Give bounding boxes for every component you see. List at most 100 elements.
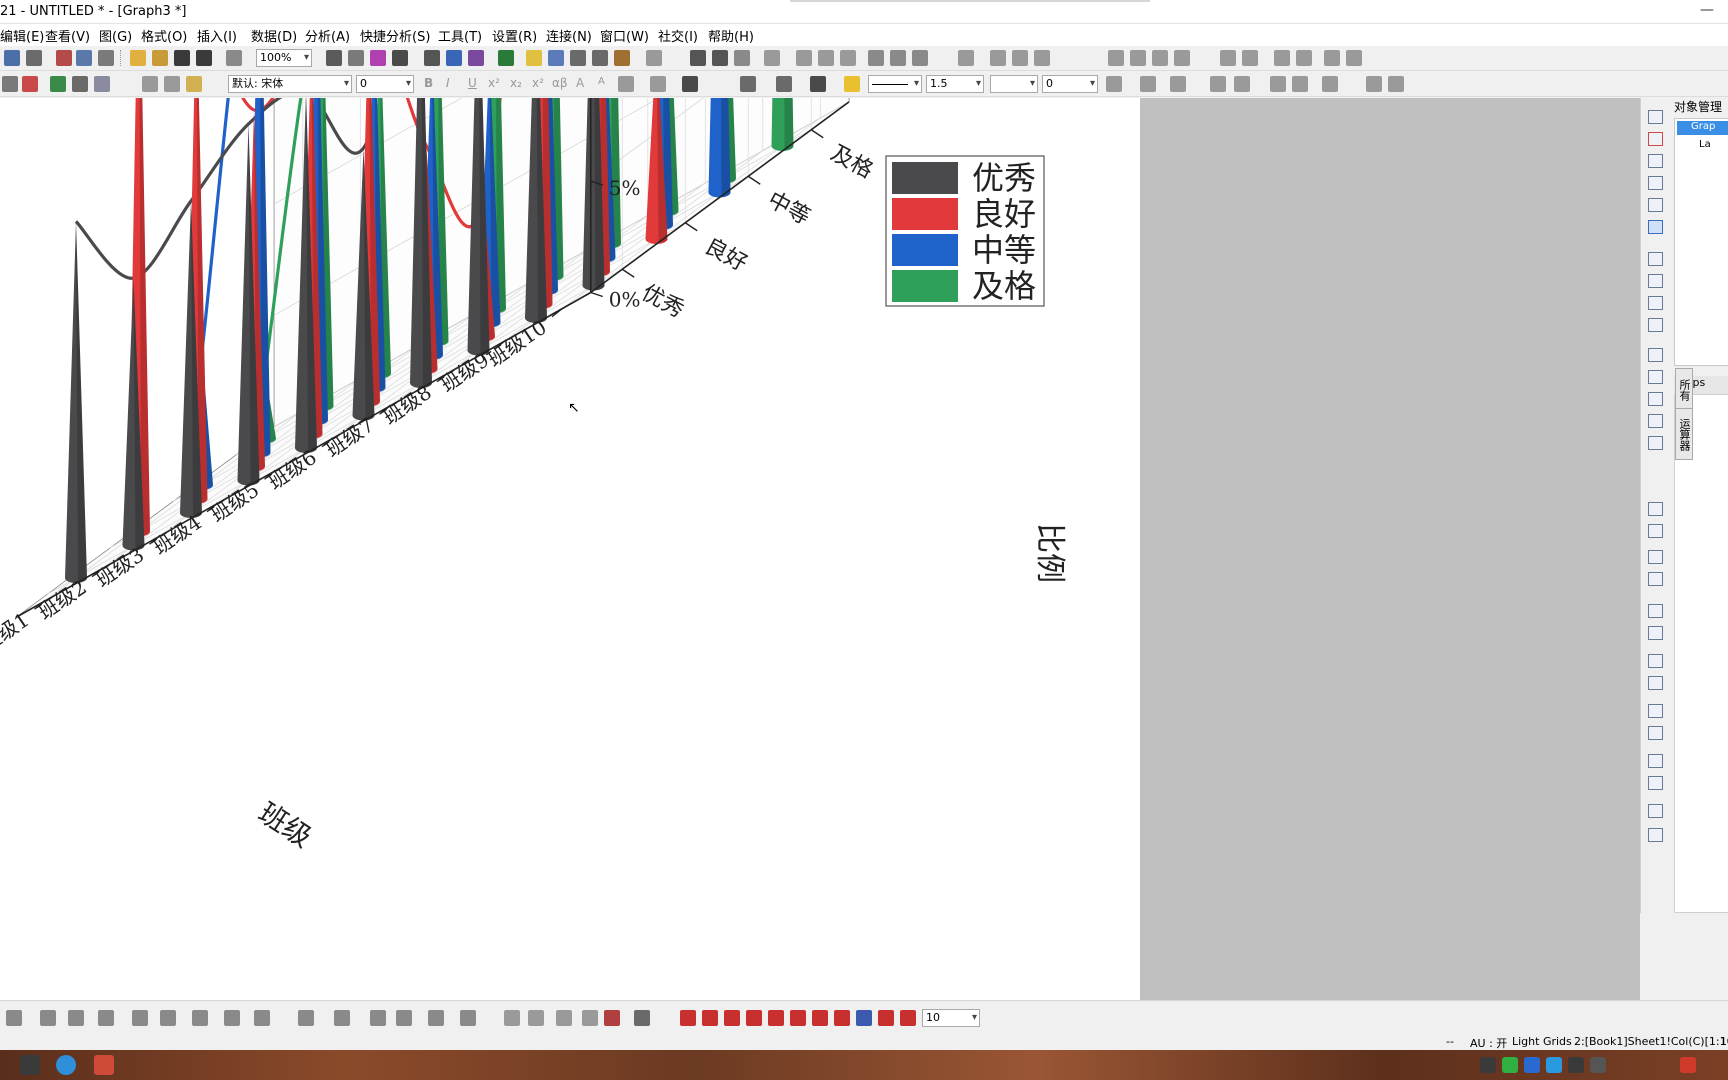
code-builder-icon[interactable] bbox=[424, 50, 440, 66]
cone-优秀-班级1[interactable] bbox=[65, 221, 87, 583]
align-right-icon[interactable] bbox=[1648, 524, 1663, 538]
new-function-icon[interactable] bbox=[76, 50, 92, 66]
recalculate-icon[interactable] bbox=[226, 50, 242, 66]
tray-1-icon[interactable] bbox=[1480, 1057, 1496, 1073]
greek-button[interactable]: αβ bbox=[552, 76, 568, 90]
region-tool-icon[interactable] bbox=[1648, 436, 1663, 450]
sum-icon[interactable] bbox=[690, 50, 706, 66]
split-icon[interactable] bbox=[528, 1010, 544, 1026]
font-name-select[interactable]: 默认: 宋体 bbox=[228, 75, 352, 93]
layer-setup-icon[interactable] bbox=[94, 76, 110, 92]
center-h-icon[interactable] bbox=[1648, 604, 1663, 618]
menu-help[interactable]: 帮助(H) bbox=[708, 26, 754, 45]
new-workbook-icon[interactable] bbox=[4, 50, 20, 66]
superscript-button[interactable]: x² bbox=[488, 76, 500, 90]
chart-stack-icon[interactable] bbox=[818, 50, 834, 66]
cut-icon[interactable] bbox=[142, 76, 158, 92]
command-window-icon[interactable] bbox=[468, 50, 484, 66]
tray-4-icon[interactable] bbox=[1546, 1057, 1562, 1073]
tray-5-icon[interactable] bbox=[1568, 1057, 1584, 1073]
fill-area-icon[interactable] bbox=[160, 1010, 176, 1026]
menu-format[interactable]: 格式(O) bbox=[141, 26, 187, 45]
red-tool-1-icon[interactable] bbox=[680, 1010, 696, 1026]
save-template-icon[interactable] bbox=[196, 50, 212, 66]
line-style-select[interactable] bbox=[868, 75, 922, 93]
draw-tool-icon[interactable] bbox=[1648, 220, 1663, 234]
chart-bar-icon[interactable] bbox=[764, 50, 780, 66]
surface-icon[interactable] bbox=[298, 1010, 314, 1026]
filter-icon[interactable] bbox=[868, 50, 884, 66]
blue-tool-1-icon[interactable] bbox=[856, 1010, 872, 1026]
arrange-icon[interactable] bbox=[1242, 50, 1258, 66]
reapply-filter-icon[interactable] bbox=[912, 50, 928, 66]
italic-button[interactable]: I bbox=[446, 76, 450, 90]
clear-filter-icon[interactable] bbox=[890, 50, 906, 66]
previous-icon[interactable] bbox=[1130, 50, 1146, 66]
scatter-icon[interactable] bbox=[6, 1010, 22, 1026]
menu-analysis[interactable]: 分析(A) bbox=[305, 26, 350, 45]
text-tool-icon[interactable] bbox=[1648, 252, 1663, 266]
rect-tool-icon[interactable] bbox=[1648, 348, 1663, 362]
red-tool-6-icon[interactable] bbox=[790, 1010, 806, 1026]
grid-tool-icon[interactable] bbox=[1648, 274, 1663, 288]
next-icon[interactable] bbox=[1152, 50, 1168, 66]
new-notes-icon[interactable] bbox=[98, 50, 114, 66]
same-size-icon[interactable] bbox=[1648, 654, 1663, 668]
menu-connect[interactable]: 连接(N) bbox=[546, 26, 592, 45]
supersub-button[interactable]: x² bbox=[532, 76, 544, 90]
menu-social[interactable]: 社交(I) bbox=[658, 26, 698, 45]
zoom-tool-icon[interactable] bbox=[548, 50, 564, 66]
column-plot-icon[interactable] bbox=[68, 1010, 84, 1026]
rescale-icon[interactable] bbox=[22, 76, 38, 92]
column-spacing-icon[interactable] bbox=[650, 76, 666, 92]
scale-in-icon[interactable] bbox=[1648, 132, 1663, 146]
menu-view[interactable]: 查看(V) bbox=[45, 26, 90, 45]
swap-icon[interactable] bbox=[1220, 50, 1236, 66]
open-template-icon[interactable] bbox=[152, 50, 168, 66]
align-left-icon[interactable] bbox=[1648, 502, 1663, 516]
chart-column-icon[interactable] bbox=[796, 50, 812, 66]
layer-back-icon[interactable] bbox=[1648, 828, 1663, 842]
align-top-icon[interactable] bbox=[1648, 550, 1663, 564]
select-icon[interactable] bbox=[2, 76, 18, 92]
cone-chart-3d[interactable]: 0%5%10%15%20%25%30%35%班级1班级2班级3班级4班级5班级6… bbox=[0, 0, 1140, 1000]
set-xy-icon[interactable] bbox=[958, 50, 974, 66]
new-graph-icon[interactable] bbox=[26, 50, 42, 66]
group-tool-icon[interactable] bbox=[1648, 704, 1663, 718]
red-tool-9-icon[interactable] bbox=[878, 1010, 894, 1026]
tree-item-graph[interactable]: Grap bbox=[1677, 121, 1728, 135]
save-icon[interactable] bbox=[174, 50, 190, 66]
columns-icon[interactable] bbox=[392, 50, 408, 66]
red-tool-3-icon[interactable] bbox=[724, 1010, 740, 1026]
underline-button[interactable]: U bbox=[468, 76, 477, 90]
ungroup-icon[interactable] bbox=[1388, 76, 1404, 92]
add-column-icon[interactable] bbox=[646, 50, 662, 66]
tray-7-icon[interactable] bbox=[1680, 1057, 1696, 1073]
set-x-icon[interactable] bbox=[990, 50, 1006, 66]
fill-select[interactable] bbox=[990, 75, 1038, 93]
line-color-icon[interactable] bbox=[810, 76, 826, 92]
distribute-h-icon[interactable] bbox=[1210, 76, 1226, 92]
menu-tools[interactable]: 工具(T) bbox=[438, 26, 482, 45]
wechat-icon[interactable] bbox=[1502, 1057, 1518, 1073]
polar-icon[interactable] bbox=[224, 1010, 240, 1026]
layout-tool-icon[interactable] bbox=[1648, 296, 1663, 310]
sort-icon[interactable] bbox=[734, 50, 750, 66]
menu-insert[interactable]: 插入(I) bbox=[197, 26, 237, 45]
distribute-v-icon[interactable] bbox=[1234, 76, 1250, 92]
open-icon[interactable] bbox=[130, 50, 146, 66]
same-width-icon[interactable] bbox=[1270, 76, 1286, 92]
pointer-icon[interactable] bbox=[1648, 110, 1663, 124]
menu-settings[interactable]: 设置(R) bbox=[492, 26, 537, 45]
contour-icon[interactable] bbox=[334, 1010, 350, 1026]
add-plot-icon[interactable] bbox=[50, 76, 66, 92]
matrix-icon[interactable] bbox=[460, 1010, 476, 1026]
new-matrix-icon[interactable] bbox=[56, 50, 72, 66]
bold-button[interactable]: B bbox=[424, 76, 433, 90]
set-z-icon[interactable] bbox=[1034, 50, 1050, 66]
line-symbol-icon[interactable] bbox=[40, 1010, 56, 1026]
export-icon[interactable] bbox=[348, 50, 364, 66]
arrow-tool-icon[interactable] bbox=[1648, 392, 1663, 406]
subscript-button[interactable]: x₂ bbox=[510, 76, 522, 90]
last-icon[interactable] bbox=[1174, 50, 1190, 66]
